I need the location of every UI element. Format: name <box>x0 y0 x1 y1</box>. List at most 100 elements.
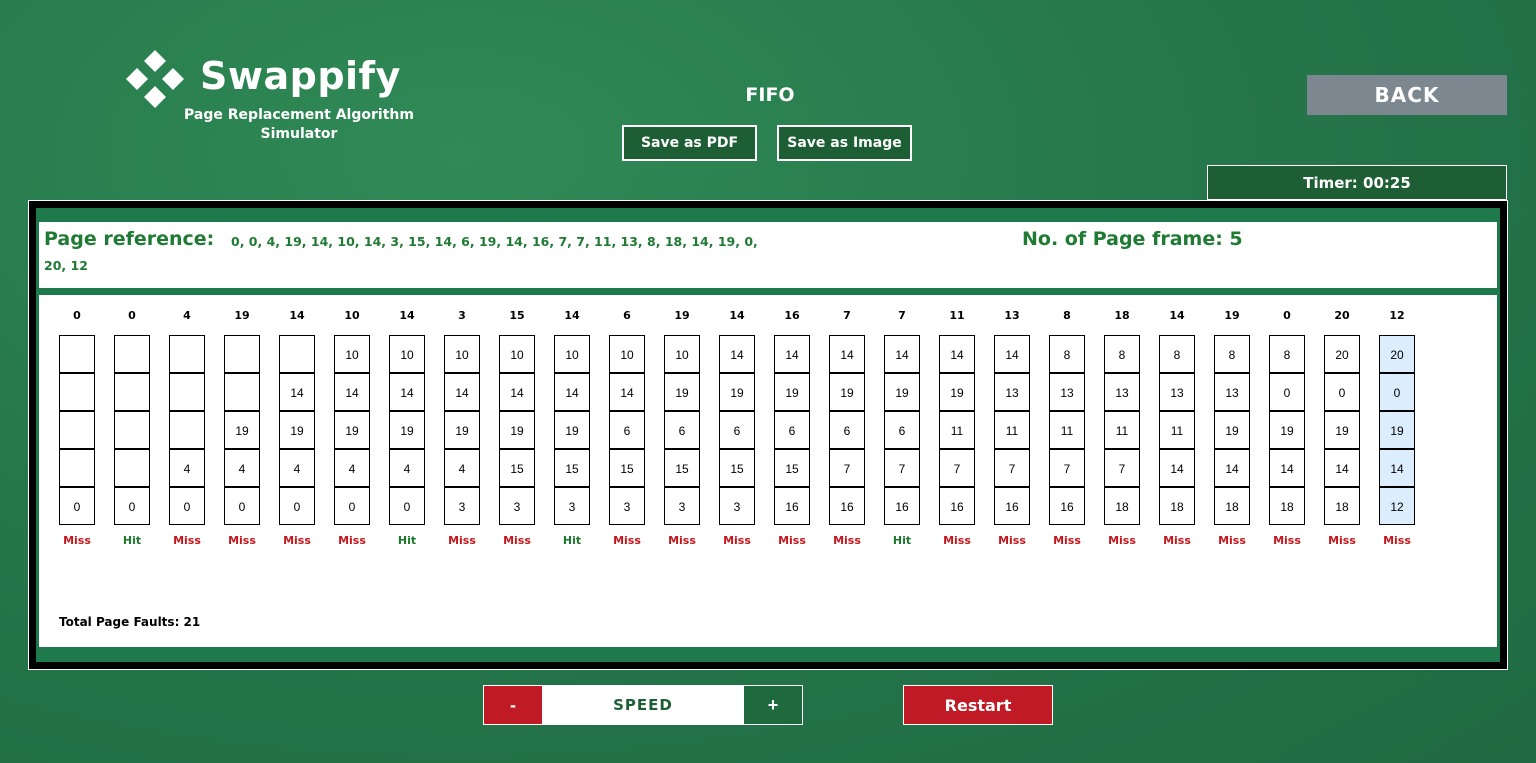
frame-cell: 19 <box>939 373 975 411</box>
frame-cell: 0 <box>1324 373 1360 411</box>
frame-cell: 4 <box>389 449 425 487</box>
frame-cell: 15 <box>554 449 590 487</box>
frame-cell: 20 <box>1324 335 1360 373</box>
simulation-table: Total Page Faults: 21 0 0 Miss 0 0 Hit 4 4 0 Miss… <box>39 295 1497 647</box>
frame-cell: 0 <box>224 487 260 525</box>
frame-cell <box>114 373 150 411</box>
speed-decrease-button[interactable]: - <box>484 686 542 724</box>
result-status: Miss <box>63 534 91 547</box>
result-status: Miss <box>1053 534 1081 547</box>
reference-page-header: 13 <box>1004 309 1020 322</box>
frame-cell: 4 <box>169 449 205 487</box>
reference-page-header: 19 <box>674 309 690 322</box>
back-button[interactable]: BACK <box>1307 75 1507 115</box>
frame-cell <box>59 335 95 373</box>
frame-cell <box>169 335 205 373</box>
frame-cell <box>59 373 95 411</box>
frame-cell: 11 <box>1049 411 1085 449</box>
frame-cell: 6 <box>829 411 865 449</box>
result-status: Miss <box>1383 534 1411 547</box>
frame-cell <box>114 449 150 487</box>
frame-cell: 15 <box>499 449 535 487</box>
frame-cell: 6 <box>609 411 645 449</box>
frame-cell: 10 <box>334 335 370 373</box>
reference-page-header: 6 <box>623 309 631 322</box>
frame-cell: 14 <box>1269 449 1305 487</box>
frame-cell: 0 <box>1269 373 1305 411</box>
frame-cell: 0 <box>169 487 205 525</box>
save-image-button[interactable]: Save as Image <box>777 125 912 161</box>
reference-page-header: 19 <box>1224 309 1240 322</box>
result-status: Miss <box>943 534 971 547</box>
frame-cell: 7 <box>994 449 1030 487</box>
frame-cell: 19 <box>389 411 425 449</box>
frame-cell: 19 <box>334 411 370 449</box>
frame-cell: 14 <box>884 335 920 373</box>
speed-increase-button[interactable]: + <box>744 686 802 724</box>
frame-cell: 16 <box>1049 487 1085 525</box>
frame-cell: 19 <box>1324 411 1360 449</box>
frame-cell: 13 <box>1104 373 1140 411</box>
frame-cell: 10 <box>664 335 700 373</box>
frame-cell: 6 <box>719 411 755 449</box>
frame-cell: 20 <box>1379 335 1415 373</box>
frame-cell: 14 <box>719 335 755 373</box>
result-status: Miss <box>173 534 201 547</box>
frame-cell: 16 <box>939 487 975 525</box>
save-pdf-button[interactable]: Save as PDF <box>622 125 757 161</box>
reference-page-header: 14 <box>289 309 305 322</box>
frame-cell: 3 <box>554 487 590 525</box>
reference-page-header: 16 <box>784 309 800 322</box>
frame-cell: 19 <box>499 411 535 449</box>
frame-cell: 14 <box>774 335 810 373</box>
reference-page-header: 14 <box>1169 309 1185 322</box>
result-status: Miss <box>1273 534 1301 547</box>
frame-cell: 14 <box>1214 449 1250 487</box>
frame-cell: 10 <box>554 335 590 373</box>
frame-cell: 11 <box>1104 411 1140 449</box>
result-status: Miss <box>1218 534 1246 547</box>
frame-cell: 19 <box>829 373 865 411</box>
frame-cell: 4 <box>444 449 480 487</box>
result-status: Miss <box>723 534 751 547</box>
result-status: Miss <box>283 534 311 547</box>
frame-cell: 15 <box>719 449 755 487</box>
restart-button[interactable]: Restart <box>903 685 1053 725</box>
frame-cell: 19 <box>444 411 480 449</box>
frame-cell: 14 <box>994 335 1030 373</box>
reference-page-header: 0 <box>73 309 81 322</box>
frame-cell: 19 <box>664 373 700 411</box>
app-logo: Swappify Page Replacement Algorithm Simu… <box>124 46 424 146</box>
frame-cell: 16 <box>774 487 810 525</box>
frame-cell: 16 <box>884 487 920 525</box>
frame-cell: 10 <box>444 335 480 373</box>
reference-page-header: 0 <box>1283 309 1291 322</box>
frame-cell: 8 <box>1159 335 1195 373</box>
reference-page-header: 20 <box>1334 309 1350 322</box>
result-status: Miss <box>228 534 256 547</box>
frame-cell: 7 <box>884 449 920 487</box>
frame-cell: 3 <box>444 487 480 525</box>
frame-cell: 0 <box>59 487 95 525</box>
frame-cell: 0 <box>389 487 425 525</box>
total-page-faults: Total Page Faults: 21 <box>59 615 201 629</box>
frame-cell: 14 <box>939 335 975 373</box>
frame-cell: 0 <box>1379 373 1415 411</box>
frame-cell: 14 <box>1324 449 1360 487</box>
result-status: Miss <box>503 534 531 547</box>
frame-cell: 0 <box>114 487 150 525</box>
speed-label: SPEED <box>613 696 673 714</box>
reference-page-header: 19 <box>234 309 250 322</box>
frame-cell: 13 <box>1049 373 1085 411</box>
reference-page-header: 4 <box>183 309 191 322</box>
frame-cell <box>279 335 315 373</box>
frame-cell: 18 <box>1214 487 1250 525</box>
reference-page-header: 14 <box>729 309 745 322</box>
app-name: Swappify <box>200 54 401 98</box>
frame-cell <box>224 373 260 411</box>
frame-cell: 11 <box>939 411 975 449</box>
frame-cell: 14 <box>334 373 370 411</box>
frame-cell <box>59 411 95 449</box>
result-status: Miss <box>1328 534 1356 547</box>
frame-cell <box>59 449 95 487</box>
